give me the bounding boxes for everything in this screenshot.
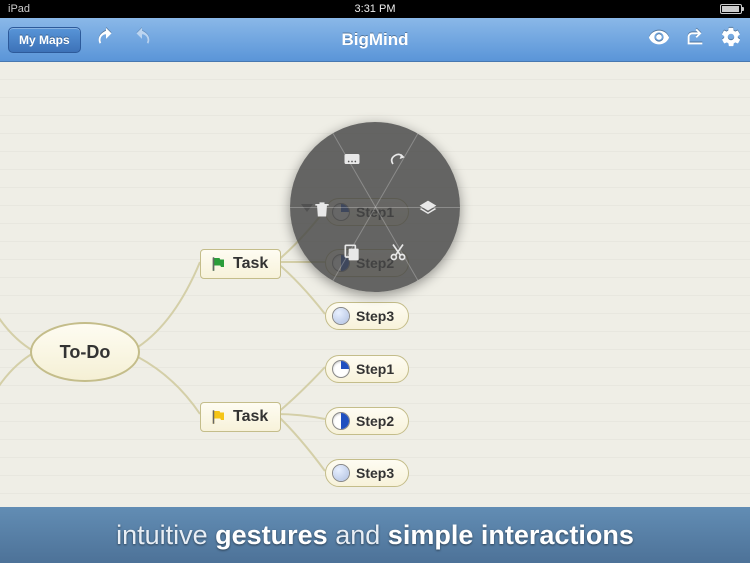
battery-icon bbox=[720, 4, 742, 14]
undo-icon[interactable] bbox=[95, 26, 117, 53]
document-title: BigMind bbox=[341, 30, 408, 50]
step-node-2-1[interactable]: Step1 bbox=[325, 355, 409, 383]
step-node-2-3[interactable]: Step3 bbox=[325, 459, 409, 487]
step2-1-label: Step1 bbox=[356, 361, 394, 377]
progress-0-icon bbox=[332, 464, 350, 482]
radial-note-icon[interactable] bbox=[340, 147, 364, 171]
flag-green-icon bbox=[209, 255, 227, 273]
task1-label: Task bbox=[233, 255, 268, 273]
caption-w3: and bbox=[335, 520, 380, 550]
step-node-2-2[interactable]: Step2 bbox=[325, 407, 409, 435]
step2-3-label: Step3 bbox=[356, 465, 394, 481]
progress-0-icon bbox=[332, 307, 350, 325]
progress-25-icon bbox=[332, 360, 350, 378]
task-node-2[interactable]: Task bbox=[200, 402, 281, 432]
radial-layers-icon[interactable] bbox=[416, 197, 440, 221]
flag-yellow-icon bbox=[209, 408, 227, 426]
caption-w5: interactions bbox=[481, 520, 634, 550]
status-time: 3:31 PM bbox=[355, 3, 396, 15]
my-maps-button[interactable]: My Maps bbox=[8, 27, 81, 53]
root-label: To-Do bbox=[60, 342, 111, 363]
app-toolbar: My Maps BigMind bbox=[0, 18, 750, 62]
caption-w2: gestures bbox=[215, 520, 328, 550]
caption-w1: intuitive bbox=[116, 520, 208, 550]
progress-50-icon bbox=[332, 412, 350, 430]
step-node-1-3[interactable]: Step3 bbox=[325, 302, 409, 330]
preview-icon[interactable] bbox=[648, 26, 670, 53]
task-node-1[interactable]: Task bbox=[200, 249, 281, 279]
redo-icon[interactable] bbox=[131, 26, 153, 53]
status-right bbox=[720, 4, 742, 14]
step2-2-label: Step2 bbox=[356, 413, 394, 429]
radial-copy-icon[interactable] bbox=[340, 240, 364, 264]
step1-3-label: Step3 bbox=[356, 308, 394, 324]
promo-caption: intuitive gestures and simple interactio… bbox=[0, 507, 750, 563]
root-node[interactable]: To-Do bbox=[30, 322, 140, 382]
device-label: iPad bbox=[8, 3, 30, 15]
caption-w4: simple bbox=[388, 520, 474, 550]
mindmap-canvas[interactable]: To-Do Task Task Step1 Step2 Step3 Step1 … bbox=[0, 62, 750, 507]
radial-cut-icon[interactable] bbox=[386, 240, 410, 264]
task2-label: Task bbox=[233, 408, 268, 426]
ipad-status-bar: iPad 3:31 PM bbox=[0, 0, 750, 18]
settings-icon[interactable] bbox=[720, 26, 742, 53]
share-icon[interactable] bbox=[684, 26, 706, 53]
radial-relationship-icon[interactable] bbox=[386, 147, 410, 171]
radial-context-menu[interactable] bbox=[290, 122, 460, 292]
radial-delete-icon[interactable] bbox=[310, 197, 334, 221]
